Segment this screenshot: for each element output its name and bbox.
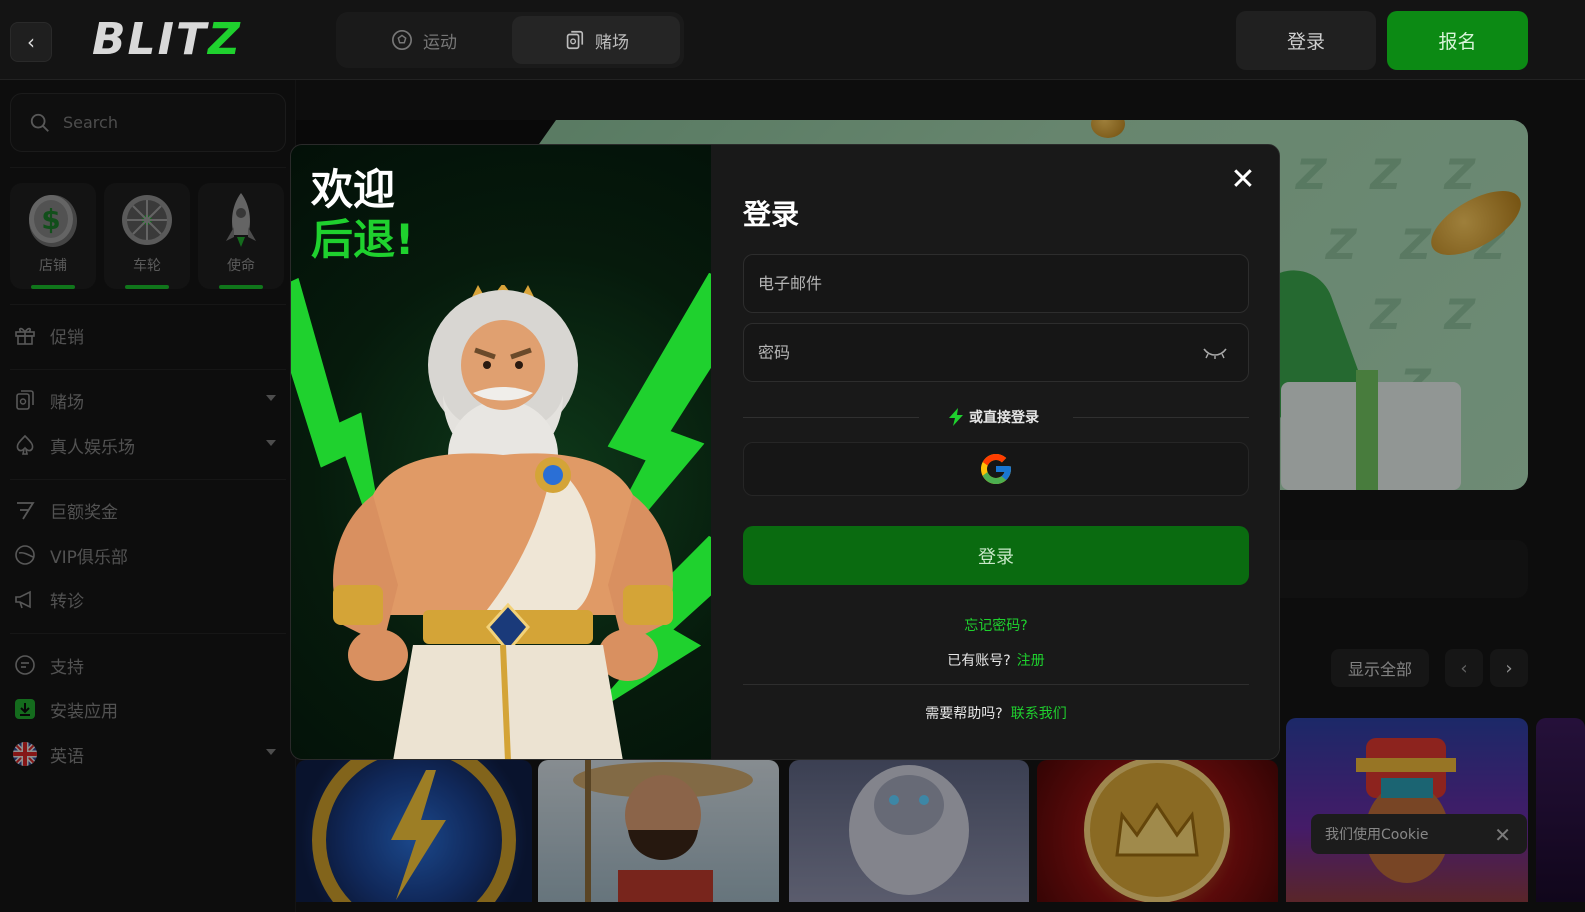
- login-button[interactable]: 登录: [1236, 11, 1376, 70]
- help-prompt: 需要帮助吗? 联系我们: [711, 703, 1279, 723]
- divider-line: [1073, 417, 1249, 418]
- register-link[interactable]: 注册: [1017, 653, 1045, 669]
- tab-sports-label: 运动: [423, 32, 457, 53]
- tab-casino[interactable]: 赌场: [512, 16, 680, 64]
- form-title: 登录: [743, 198, 800, 231]
- login-modal: 欢迎 后退! ✕ 登录 电子邮件 或直接登录 登录 忘记密码? 已有账号? 注册…: [290, 144, 1280, 760]
- signup-button[interactable]: 报名: [1387, 11, 1528, 70]
- welcome-line-1: 欢迎: [311, 165, 396, 214]
- divider-line: [743, 417, 919, 418]
- tab-sports[interactable]: 运动: [340, 16, 508, 64]
- password-field[interactable]: [743, 323, 1249, 382]
- divider: [743, 684, 1249, 685]
- or-label: 或直接登录: [949, 407, 1039, 427]
- help-text: 需要帮助吗?: [925, 706, 1003, 722]
- cards-icon: [566, 30, 584, 50]
- google-icon: [981, 454, 1011, 484]
- login-form: ✕ 登录 或直接登录: [711, 145, 1279, 759]
- forgot-password-link[interactable]: 忘记密码?: [711, 615, 1279, 635]
- or-divider: 或直接登录: [743, 407, 1249, 427]
- or-text: 或直接登录: [969, 410, 1039, 426]
- soccer-ball-icon: [392, 30, 412, 50]
- register-prompt: 已有账号? 注册: [711, 650, 1279, 670]
- chevron-left-icon: ‹: [27, 30, 35, 54]
- logo-text: BLIT: [92, 14, 208, 65]
- back-button[interactable]: ‹: [10, 22, 52, 62]
- email-input[interactable]: [758, 274, 1248, 293]
- brand-logo[interactable]: BLITZ: [92, 14, 242, 65]
- zeus-character-art: [333, 285, 673, 759]
- lightning-icon: [949, 408, 963, 426]
- close-icon: ✕: [1230, 161, 1256, 197]
- mode-tabs: 运动 赌场: [336, 12, 684, 68]
- close-modal-button[interactable]: ✕: [1227, 161, 1259, 197]
- email-field[interactable]: [743, 254, 1249, 313]
- app-root: ‹ BLITZ 运动 赌场 登录 报名 Search $ 店铺 车轮 使命 促销…: [0, 0, 1585, 912]
- eye-closed-icon[interactable]: [1202, 346, 1228, 360]
- have-account-text: 已有账号?: [947, 653, 1011, 669]
- password-input[interactable]: [758, 343, 1248, 362]
- login-submit-button[interactable]: 登录: [743, 526, 1249, 585]
- top-header: ‹ BLITZ 运动 赌场 登录 报名: [0, 0, 1585, 80]
- logo-accent: Z: [207, 14, 242, 65]
- contact-us-link[interactable]: 联系我们: [1011, 706, 1067, 722]
- welcome-heading: 欢迎 后退!: [311, 165, 414, 265]
- modal-artwork: 欢迎 后退!: [291, 145, 711, 759]
- welcome-line-2: 后退!: [311, 215, 415, 264]
- google-login-button[interactable]: [743, 442, 1249, 496]
- tab-casino-label: 赌场: [595, 32, 629, 53]
